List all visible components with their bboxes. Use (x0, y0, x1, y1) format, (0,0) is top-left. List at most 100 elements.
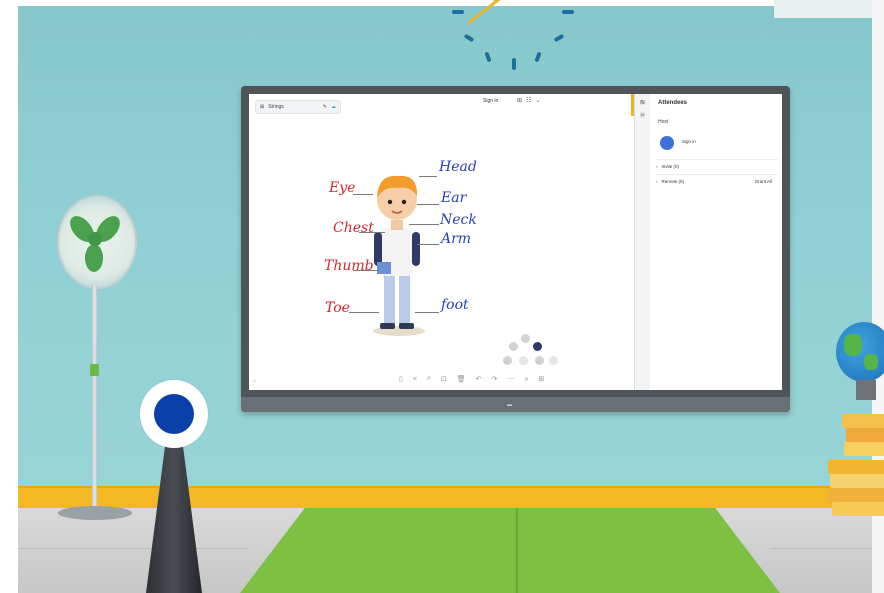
label-head: Head (439, 159, 477, 175)
pen-icon[interactable]: ✎ (323, 104, 327, 110)
side-tool-column: ✎ Ⓜ (635, 94, 650, 390)
group-row-invite[interactable]: › Invite (0) (656, 159, 778, 172)
more-icon[interactable]: ⋯ (507, 375, 514, 383)
clock-tick (534, 51, 542, 63)
collapse-panel-icon[interactable]: ⊟ (640, 99, 645, 106)
label-foot: foot (441, 297, 469, 313)
home-icon[interactable]: ⌂ (253, 378, 256, 384)
leader-line (349, 312, 379, 313)
leader-line (417, 244, 439, 245)
list-icon[interactable]: ☷ (526, 97, 531, 104)
leader-line (409, 224, 439, 225)
leader-line (419, 176, 437, 177)
bottom-toolbar: ▯ < ⌕ ⊡ 🗑 ↶ ↷ ⋯ » ⊞ (399, 372, 629, 386)
book-stack (828, 410, 884, 520)
title-icons: ⊞ ☷ ⌄ (517, 97, 540, 104)
left-margin (0, 0, 18, 593)
clock-tick (452, 10, 464, 14)
attendees-panel: ⊟ Attendees Host Sign in › Invite (0) › … (640, 94, 782, 390)
globe-land (844, 334, 862, 356)
globe-land (864, 354, 878, 370)
label-thumb: Thumb (324, 258, 374, 274)
label-chest: Chest (333, 220, 374, 236)
leader-line (359, 232, 385, 233)
leader-line (353, 270, 379, 271)
toolbar-label[interactable]: Strings (268, 104, 284, 110)
brand-logo: ▬ (507, 402, 512, 408)
host-name: Sign in (682, 139, 696, 144)
layout-icon[interactable]: ⊞ (517, 97, 522, 104)
undo-icon[interactable]: ↶ (476, 375, 482, 383)
fan-pole (92, 284, 97, 506)
pen-option[interactable] (521, 334, 530, 343)
pen-option[interactable] (535, 356, 544, 365)
chevron-down-icon[interactable]: ⌄ (535, 97, 540, 104)
clock-tick (512, 58, 516, 70)
add-pen-button[interactable] (519, 356, 528, 365)
display-bezel (241, 397, 790, 412)
book (830, 474, 884, 488)
whiteboard-screen[interactable]: ⊞ Strings ✎ ☁ Sign in ⊞ ☷ ⌄ Eye Chest Th… (249, 94, 782, 390)
child-illustration (373, 175, 425, 336)
clock-tick (484, 51, 492, 63)
avatar (660, 136, 674, 150)
share-icon[interactable]: < (413, 376, 417, 383)
host-section-label: Host (658, 119, 669, 125)
redo-icon[interactable]: ↷ (492, 375, 498, 383)
pin-dot (154, 394, 194, 434)
globe (832, 322, 884, 400)
book (832, 502, 884, 516)
label-ear: Ear (441, 190, 467, 206)
fan-blade (85, 244, 103, 272)
book (842, 414, 884, 428)
book (828, 488, 884, 502)
leader-line (353, 194, 373, 195)
page-icon[interactable]: ▯ (399, 375, 403, 383)
book (828, 460, 884, 474)
members-icon[interactable]: Ⓜ (635, 112, 650, 119)
label-eye: Eye (329, 180, 356, 196)
green-floor-mat (240, 508, 780, 593)
whiteboard-toolbar: ⊞ Strings ✎ ☁ (255, 100, 341, 114)
trash-icon[interactable]: 🗑 (457, 375, 466, 383)
select-icon[interactable]: ⊡ (441, 375, 447, 383)
fan-hub (88, 232, 102, 246)
group-row-remote[interactable]: › Remote (0) Grant All (656, 174, 778, 187)
session-title: Sign in (483, 98, 499, 104)
leader-line (417, 204, 439, 205)
grant-all-button[interactable]: Grant All (755, 179, 772, 184)
book (844, 442, 884, 456)
clock-tick (463, 33, 475, 43)
group-label: Invite (0) (661, 163, 680, 169)
leader-line (415, 312, 439, 313)
pages-icon[interactable]: ⊞ (538, 375, 544, 383)
zoom-icon[interactable]: ⌕ (427, 375, 431, 383)
label-neck: Neck (440, 212, 477, 228)
interactive-display: ⊞ Strings ✎ ☁ Sign in ⊞ ☷ ⌄ Eye Chest Th… (241, 86, 790, 412)
grid-icon[interactable]: ⊞ (260, 104, 264, 110)
floor-tile-line (770, 548, 872, 549)
floor-tile-line (18, 548, 248, 549)
label-arm: Arm (441, 231, 472, 247)
panel-title: Attendees (658, 100, 688, 106)
chevron-right-icon: › (656, 163, 658, 169)
wall-corner (774, 0, 884, 18)
label-toe: Toe (325, 300, 350, 316)
globe-stand (856, 380, 876, 400)
group-label: Remote (0) (661, 178, 685, 184)
pen-option-selected[interactable] (533, 342, 542, 351)
fan-base (58, 506, 132, 520)
wall-clock (440, 0, 600, 80)
location-pin (140, 380, 210, 593)
pen-option[interactable] (509, 342, 518, 351)
standing-fan (55, 192, 141, 522)
pen-option[interactable] (503, 356, 512, 365)
next-page-icon[interactable]: » (524, 376, 528, 383)
mat-seam (516, 508, 518, 593)
cloud-icon[interactable]: ☁ (331, 104, 336, 110)
classroom-scene: ⊞ Strings ✎ ☁ Sign in ⊞ ☷ ⌄ Eye Chest Th… (0, 0, 884, 593)
pen-option[interactable] (549, 356, 558, 365)
fan-switch (90, 364, 99, 376)
clock-tick (553, 33, 565, 43)
book (846, 428, 884, 442)
